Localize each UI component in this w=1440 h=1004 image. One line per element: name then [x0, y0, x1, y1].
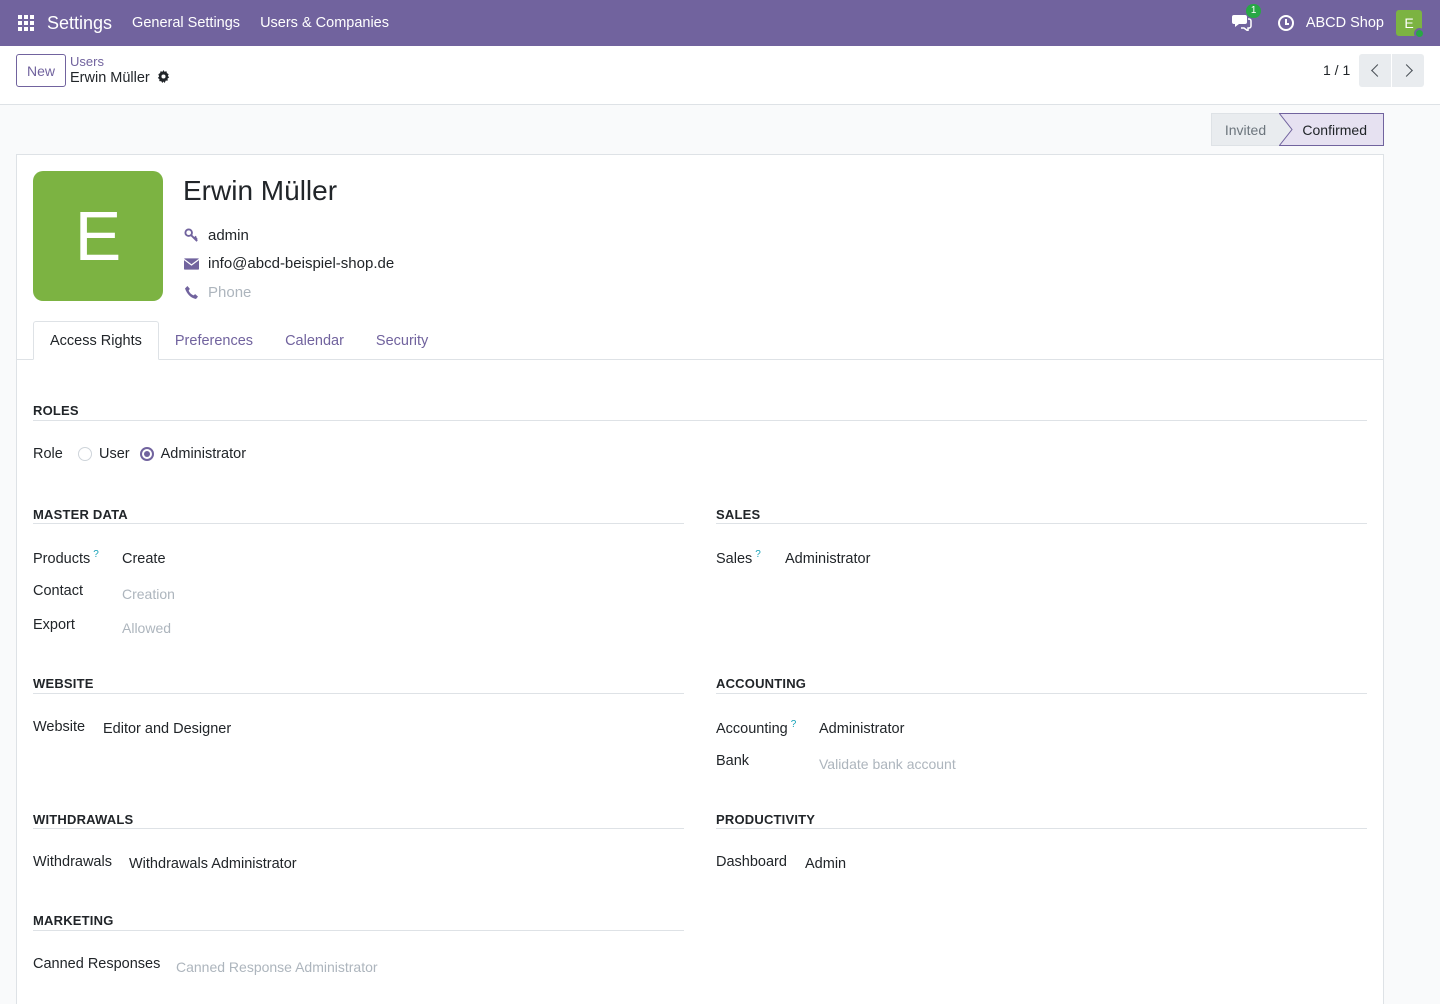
- role-user-radio[interactable]: [78, 447, 92, 461]
- section-divider: [33, 523, 684, 524]
- stage-arrow-icon: [1279, 113, 1293, 146]
- section-sales-title: SALES: [716, 507, 761, 522]
- section-divider: [33, 693, 684, 694]
- products-label: Products?: [33, 549, 99, 567]
- tab-calendar[interactable]: Calendar: [269, 321, 360, 360]
- new-button[interactable]: New: [16, 54, 66, 87]
- section-divider: [33, 930, 684, 931]
- sales-select[interactable]: Administrator: [785, 551, 870, 567]
- phone-field[interactable]: Phone: [208, 284, 251, 301]
- stage-confirmed[interactable]: Confirmed: [1279, 113, 1384, 146]
- contact-select[interactable]: Creation: [122, 586, 175, 602]
- help-tooltip-icon[interactable]: ?: [791, 719, 797, 730]
- section-divider: [33, 420, 1367, 421]
- section-divider: [716, 828, 1367, 829]
- contact-label: Contact: [33, 583, 83, 599]
- section-master-data-title: MASTER DATA: [33, 507, 128, 522]
- role-administrator-label[interactable]: Administrator: [161, 446, 246, 462]
- pager-value[interactable]: 1 / 1: [1323, 62, 1350, 78]
- section-divider: [33, 828, 684, 829]
- section-accounting-title: ACCOUNTING: [716, 676, 807, 691]
- login-field[interactable]: admin: [208, 227, 249, 244]
- envelope-icon: [183, 256, 199, 272]
- phone-row: Phone: [183, 284, 251, 301]
- user-name-field[interactable]: Erwin Müller: [183, 175, 337, 207]
- company-switcher[interactable]: ABCD Shop: [1306, 15, 1384, 31]
- tab-access-rights[interactable]: Access Rights: [33, 321, 159, 360]
- section-marketing-title: MARKETING: [33, 913, 114, 928]
- section-divider: [716, 523, 1367, 524]
- messages-badge: 1: [1245, 4, 1262, 18]
- app-name[interactable]: Settings: [47, 13, 112, 34]
- breadcrumb-users[interactable]: Users: [70, 54, 104, 69]
- canned-responses-checkbox[interactable]: Canned Response Administrator: [176, 959, 378, 975]
- activity-clock-icon[interactable]: [1277, 15, 1294, 31]
- top-navbar: Settings General Settings Users & Compan…: [0, 0, 1440, 46]
- phone-icon: [183, 285, 199, 301]
- online-status-icon: [1414, 28, 1425, 39]
- breadcrumb-current-label: Erwin Müller: [70, 70, 150, 86]
- pager-previous-button[interactable]: [1359, 54, 1391, 87]
- role-user-label[interactable]: User: [99, 446, 130, 462]
- accounting-label-text: Accounting: [716, 720, 788, 737]
- chevron-right-icon: [1399, 64, 1413, 77]
- user-initial: E: [1404, 15, 1414, 31]
- role-label: Role: [33, 446, 63, 462]
- canned-responses-label: Canned Responses: [33, 956, 161, 972]
- help-tooltip-icon[interactable]: ?: [755, 549, 761, 560]
- chevron-left-icon: [1370, 64, 1384, 77]
- section-roles-title: ROLES: [33, 403, 79, 418]
- accounting-select[interactable]: Administrator: [819, 721, 904, 737]
- withdrawals-label: Withdrawals: [33, 854, 112, 870]
- help-tooltip-icon[interactable]: ?: [93, 549, 99, 560]
- dashboard-select[interactable]: Admin: [805, 856, 846, 872]
- bank-checkbox[interactable]: Validate bank account: [819, 756, 956, 772]
- section-divider: [716, 693, 1367, 694]
- user-avatar[interactable]: E: [1396, 10, 1425, 39]
- user-photo-initial: E: [74, 197, 122, 275]
- pager-next-button[interactable]: [1392, 54, 1424, 87]
- login-row: admin: [183, 227, 249, 244]
- withdrawals-select[interactable]: Withdrawals Administrator: [129, 856, 297, 872]
- stage-invited[interactable]: Invited: [1211, 113, 1279, 146]
- sales-label: Sales?: [716, 549, 761, 567]
- sales-label-text: Sales: [716, 550, 753, 567]
- website-label: Website: [33, 719, 86, 735]
- accounting-label: Accounting?: [716, 719, 796, 737]
- role-administrator-radio[interactable]: [139, 447, 154, 461]
- tab-preferences[interactable]: Preferences: [159, 321, 269, 360]
- products-label-text: Products: [33, 550, 91, 567]
- menu-general-settings[interactable]: General Settings: [132, 15, 240, 31]
- email-field[interactable]: info@abcd-beispiel-shop.de: [208, 255, 394, 272]
- app-grid-icon[interactable]: [18, 15, 34, 31]
- tab-security[interactable]: Security: [360, 321, 444, 360]
- key-icon: [183, 228, 199, 244]
- form-sheet: E Erwin Müller admin info@abcd-beispiel-…: [16, 154, 1384, 1004]
- products-select[interactable]: Create: [122, 551, 166, 567]
- form-tabs: Access Rights Preferences Calendar Secur…: [33, 321, 444, 360]
- email-row: info@abcd-beispiel-shop.de: [183, 255, 394, 272]
- bank-label: Bank: [716, 753, 750, 769]
- stage-confirmed-label: Confirmed: [1302, 121, 1367, 138]
- statusbar: Invited Confirmed: [1211, 113, 1384, 146]
- dashboard-label: Dashboard: [716, 854, 787, 870]
- export-checkbox[interactable]: Allowed: [122, 620, 171, 636]
- section-website-title: WEBSITE: [33, 676, 94, 691]
- menu-users-companies[interactable]: Users & Companies: [260, 15, 389, 31]
- role-radio-group: User Administrator: [78, 446, 246, 462]
- user-photo[interactable]: E: [33, 171, 163, 301]
- gear-icon[interactable]: [157, 70, 170, 86]
- breadcrumb-current: Erwin Müller: [70, 70, 170, 86]
- control-panel: New Users Erwin Müller 1 / 1: [0, 46, 1440, 105]
- export-label: Export: [33, 617, 75, 633]
- section-withdrawals-title: WITHDRAWALS: [33, 812, 134, 827]
- messages-icon[interactable]: 1: [1231, 4, 1262, 33]
- section-productivity-title: PRODUCTIVITY: [716, 812, 816, 827]
- website-select[interactable]: Editor and Designer: [103, 721, 231, 737]
